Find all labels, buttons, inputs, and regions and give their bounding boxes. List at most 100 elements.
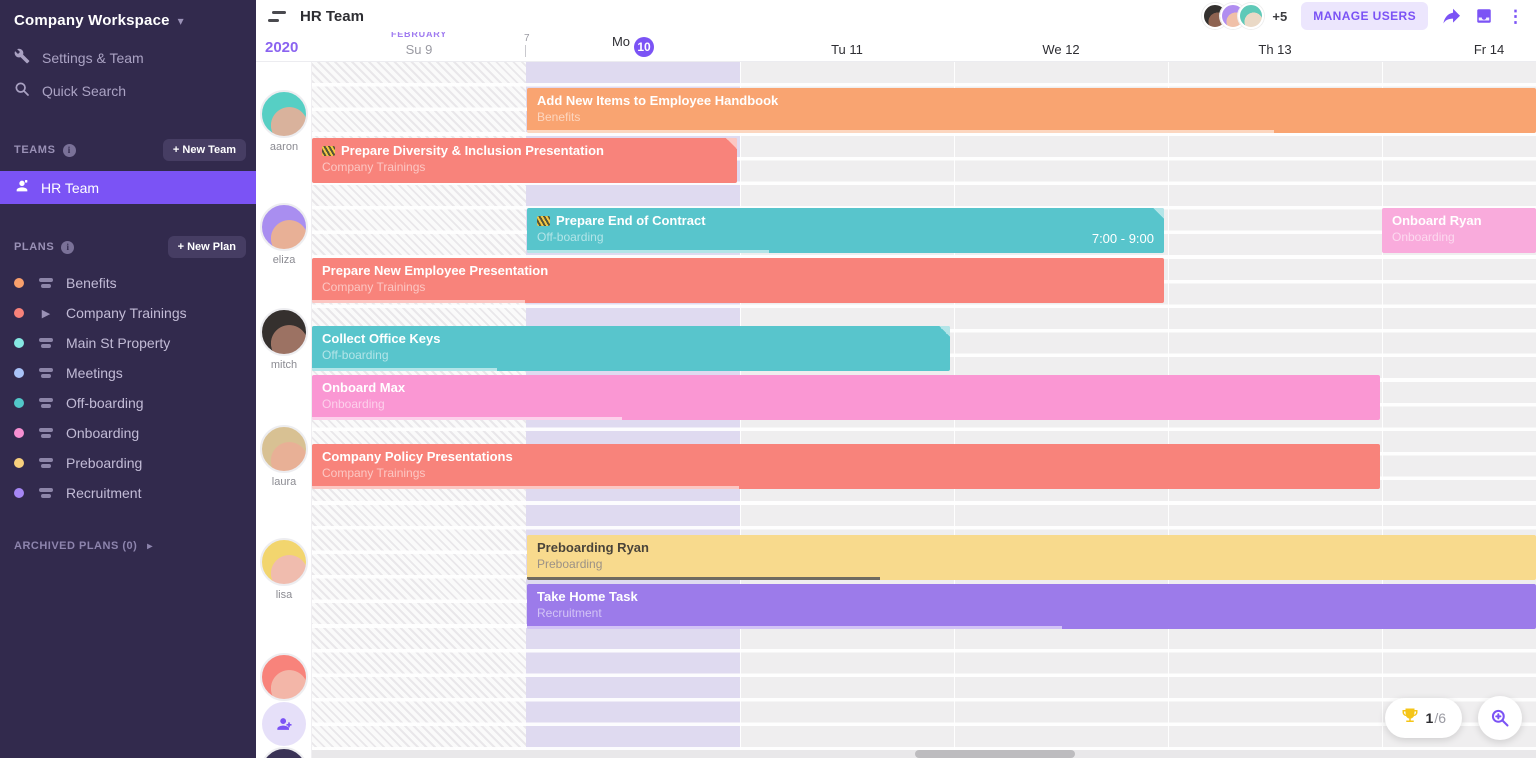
sidebar-plan-item[interactable]: Preboarding (0, 448, 256, 478)
sidebar-plan-item[interactable]: Onboarding (0, 418, 256, 448)
task-bar-preboarding-ryan[interactable]: Preboarding Ryan Preboarding (527, 535, 1536, 580)
hazard-icon (537, 215, 550, 226)
member-name: lisa (275, 589, 293, 601)
day-header-tu11[interactable]: Tu 11 (777, 42, 917, 57)
plan-stack-icon (38, 398, 54, 408)
day-header-mo10[interactable]: Mo 10 (563, 34, 703, 57)
sidebar-plan-item[interactable]: Off-boarding (0, 388, 256, 418)
main-area: HR Team +5 MANAGE USERS ⋮ 2020 7 FEBRUAR… (256, 0, 1536, 758)
chevron-right-icon[interactable]: ▶ (38, 307, 54, 320)
kebab-menu-icon[interactable]: ⋮ (1507, 8, 1524, 25)
add-member-button[interactable] (262, 702, 306, 746)
task-plan-label: Off-boarding (537, 230, 604, 244)
new-plan-button[interactable]: + New Plan (167, 236, 246, 258)
task-bar-take-home-task[interactable]: Take Home Task Recruitment (527, 584, 1536, 629)
sidebar-plan-item[interactable]: Recruitment (0, 478, 256, 508)
task-progress-line (312, 368, 497, 371)
milestones-counter-button[interactable]: 1 /6 (1384, 698, 1462, 738)
top-header: HR Team +5 MANAGE USERS ⋮ (256, 0, 1536, 32)
task-bar-onboard-ryan[interactable]: Onboard Ryan Onboarding (1382, 208, 1536, 253)
sidebar-item-label: Quick Search (42, 82, 127, 99)
day-header-su9[interactable]: FEBRUARY Su 9 (349, 29, 489, 57)
member-avatar[interactable] (260, 538, 308, 586)
day-header-we12[interactable]: We 12 (991, 42, 1131, 57)
sidebar-plan-item[interactable]: Meetings (0, 358, 256, 388)
plans-section-header: PLANS i + New Plan (0, 226, 256, 266)
date-header: 2020 7 FEBRUARY Su 9 Mo 10 Tu 11 We 12 Th 13 Fr… (256, 29, 1536, 62)
avatar-stack[interactable] (1202, 3, 1265, 29)
task-bar-collect-office-keys[interactable]: Collect Office Keys Off-boarding (312, 326, 950, 371)
task-title: Prepare New Employee Presentation (322, 263, 1154, 278)
plan-label: Recruitment (66, 485, 142, 501)
task-title: Add New Items to Employee Handbook (537, 93, 1526, 108)
task-title-text: Prepare New Employee Presentation (322, 263, 549, 278)
info-icon[interactable]: i (62, 143, 76, 157)
plan-label: Benefits (66, 275, 117, 291)
sidebar-plan-item[interactable]: Benefits (0, 268, 256, 298)
task-title-text: Collect Office Keys (322, 331, 441, 346)
sidebar-item-label: Settings & Team (42, 49, 144, 66)
member-avatar[interactable] (260, 203, 308, 251)
member-avatar[interactable] (260, 308, 308, 356)
timeline-canvas[interactable]: aaron eliza mitch laura lisa Add New Items t… (256, 62, 1536, 758)
day-label: We 12 (1042, 42, 1080, 57)
day-header-th13[interactable]: Th 13 (1205, 42, 1345, 57)
sidebar-plan-item[interactable]: Main St Property (0, 328, 256, 358)
archived-plans-label: ARCHIVED PLANS (0) (14, 540, 138, 552)
fold-corner (1153, 208, 1164, 219)
year-label[interactable]: 2020 (265, 39, 298, 56)
hazard-icon (322, 145, 335, 156)
manage-users-button[interactable]: MANAGE USERS (1301, 2, 1428, 30)
member-name: laura (271, 476, 297, 488)
task-title-text: Prepare Diversity & Inclusion Presentati… (341, 143, 604, 158)
task-bar-company-policy[interactable]: Company Policy Presentations Company Trai… (312, 444, 1380, 489)
sidebar-item-quick-search[interactable]: Quick Search (0, 74, 256, 107)
task-bar-prepare-end-of-contract[interactable]: Prepare End of Contract Off-boarding 7:00 … (527, 208, 1164, 253)
fold-corner (939, 326, 950, 337)
info-icon[interactable]: i (61, 240, 75, 254)
share-icon[interactable] (1442, 8, 1461, 25)
plan-stack-icon (38, 368, 54, 378)
member-avatar[interactable] (260, 90, 308, 138)
inbox-icon[interactable] (1475, 7, 1493, 25)
task-title-text: Onboard Ryan (1392, 213, 1482, 228)
scrollbar-thumb[interactable] (915, 750, 1075, 758)
trophy-icon (1401, 707, 1419, 730)
sidebar-team-item[interactable]: HR Team (0, 171, 256, 204)
teams-list: HR Team (0, 171, 256, 204)
topbar-actions: +5 MANAGE USERS ⋮ (1202, 2, 1524, 30)
workspace-switcher[interactable]: Company Workspace ▾ (0, 0, 256, 39)
task-title: Collect Office Keys (322, 331, 940, 346)
task-bar-add-new-items[interactable]: Add New Items to Employee Handbook Benefi… (527, 88, 1536, 133)
workspace-title: Company Workspace (14, 12, 170, 29)
task-plan-label: Company Trainings (322, 160, 426, 174)
plan-stack-icon (38, 458, 54, 468)
zoom-button[interactable] (1478, 696, 1522, 740)
avatar-overflow-count[interactable]: +5 (1272, 9, 1287, 24)
horizontal-scrollbar[interactable] (312, 750, 1536, 758)
today-badge: 10 (634, 37, 655, 57)
day-label: Mo (611, 34, 631, 49)
filter-icon[interactable] (268, 10, 286, 22)
avatar[interactable] (1238, 3, 1265, 29)
member-lisa: lisa (256, 538, 312, 601)
sidebar-item-settings-team[interactable]: Settings & Team (0, 41, 256, 74)
task-plan-label: Company Trainings (322, 280, 426, 294)
task-bar-prepare-new-employee[interactable]: Prepare New Employee Presentation Company… (312, 258, 1164, 303)
member-avatar[interactable] (260, 747, 308, 758)
task-plan-label: Preboarding (537, 557, 603, 571)
sidebar-plan-item[interactable]: ▶ Company Trainings (0, 298, 256, 328)
new-team-button[interactable]: + New Team (162, 139, 246, 161)
task-title-text: Preboarding Ryan (537, 540, 649, 555)
archived-plans-toggle[interactable]: ARCHIVED PLANS (0) ▸ (0, 534, 256, 558)
day-header-fr14[interactable]: Fr 14 (1419, 42, 1536, 57)
member-avatar[interactable] (260, 425, 308, 473)
member-unnamed (256, 653, 312, 701)
plan-color-dot (14, 308, 24, 318)
task-bar-onboard-max[interactable]: Onboard Max Onboarding (312, 375, 1380, 420)
member-avatar[interactable] (260, 653, 308, 701)
member-unnamed (256, 747, 312, 758)
task-bar-prepare-diversity[interactable]: Prepare Diversity & Inclusion Presentati… (312, 138, 737, 183)
plan-label: Meetings (66, 365, 123, 381)
task-plan-label: Benefits (537, 110, 581, 124)
